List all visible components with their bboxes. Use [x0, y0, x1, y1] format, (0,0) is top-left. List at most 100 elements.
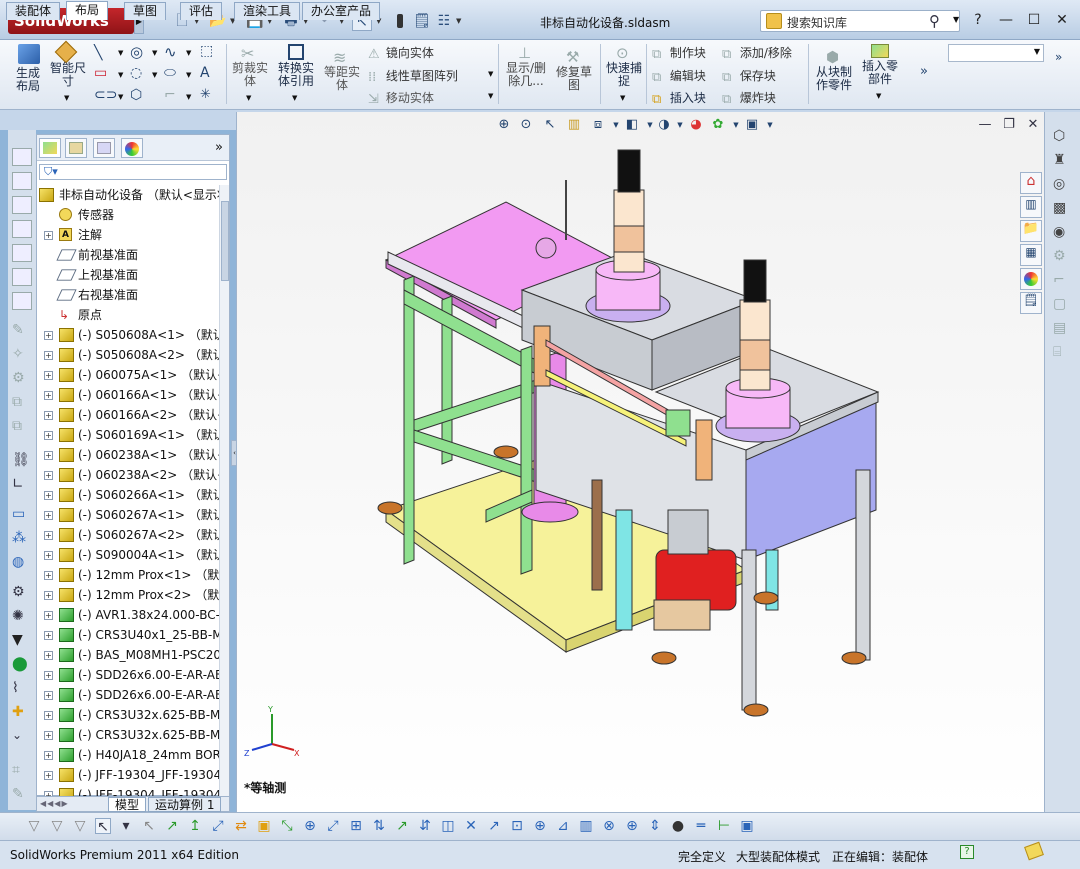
expand-toggle-icon[interactable]: +: [44, 551, 53, 560]
linear-pattern-button[interactable]: ⁞⁞ 线性草图阵列: [368, 67, 458, 85]
tree-item[interactable]: + (-) 12mm Prox<1> （默认: [37, 565, 219, 585]
minimize-button[interactable]: —: [994, 10, 1018, 30]
copy-icon[interactable]: ⧉: [12, 394, 32, 412]
mate-universal-icon[interactable]: ⊕: [624, 818, 640, 834]
gear-shape-icon[interactable]: ⚙: [1053, 248, 1073, 268]
tree-item[interactable]: + (-) S060267A<1> （默认<: [37, 505, 219, 525]
tree-item[interactable]: + (-) 060166A<1> （默认<-: [37, 385, 219, 405]
ellipse-icon[interactable]: ⬭: [164, 65, 176, 81]
close-button[interactable]: ✕: [1050, 10, 1074, 30]
ribbon-overflow-icon[interactable]: »: [920, 64, 928, 79]
expand-toggle-icon[interactable]: +: [44, 711, 53, 720]
view-box-icon[interactable]: [12, 196, 32, 214]
tree-item[interactable]: + (-) JFF-19304_JFF-19304: [37, 765, 219, 785]
reference-icon[interactable]: ⌗: [12, 762, 32, 780]
ribbon-combo-box[interactable]: ▼: [948, 44, 1044, 62]
home-icon[interactable]: ⌂: [1020, 172, 1042, 194]
display-manager-tab-icon[interactable]: [121, 138, 143, 158]
mate-gear-icon[interactable]: ⊿: [555, 818, 571, 834]
slot-shape-icon[interactable]: ▢: [1053, 296, 1073, 316]
ribbon-scroll-icon[interactable]: »: [1055, 50, 1062, 64]
point-icon[interactable]: ✳: [200, 87, 211, 102]
expand-toggle-icon[interactable]: +: [44, 631, 53, 640]
ellipse-dropdown-icon[interactable]: ▼: [186, 71, 191, 79]
tree-item[interactable]: + (-) SDD26x6.00-E-AR-AE: [37, 665, 219, 685]
clear-filter-icon[interactable]: ▽: [72, 818, 88, 834]
tab-motion-study[interactable]: 运动算例 1: [148, 797, 222, 812]
box-icon[interactable]: ▩: [1053, 200, 1073, 220]
slot-icon[interactable]: ⊂⊃: [94, 87, 117, 103]
tab-model[interactable]: 模型: [108, 797, 147, 812]
mate-icon[interactable]: ↗: [164, 818, 180, 834]
bracket-shape-icon[interactable]: ⌐: [1053, 272, 1073, 292]
configuration-manager-tab-icon[interactable]: [93, 138, 115, 158]
expand-toggle-icon[interactable]: +: [44, 431, 53, 440]
mate-flag-icon[interactable]: ↥: [187, 818, 203, 834]
mate-concentric-icon[interactable]: ⊞: [348, 818, 364, 834]
fastener-icon[interactable]: ⇄: [233, 818, 249, 834]
mate-perp-icon[interactable]: ⊕: [302, 818, 318, 834]
view-box-icon[interactable]: [12, 268, 32, 286]
expand-toggle-icon[interactable]: +: [44, 391, 53, 400]
smart-fastener-icon[interactable]: ⚙: [12, 370, 32, 388]
mate-parallel-icon[interactable]: ⤡: [279, 818, 295, 834]
property-manager-tab-icon[interactable]: [65, 138, 87, 158]
mate-lock-icon[interactable]: ●: [670, 818, 686, 834]
tree-root-assembly[interactable]: 非标自动化设备 （默认<显示状: [37, 185, 219, 205]
expand-toggle-icon[interactable]: +: [44, 691, 53, 700]
mate-rack-icon[interactable]: ▥: [578, 818, 594, 834]
rebuild-traffic-light-icon[interactable]: [390, 11, 410, 31]
search-dropdown-icon[interactable]: ▼: [953, 15, 959, 24]
view-box-icon[interactable]: [12, 220, 32, 238]
expand-toggle-icon[interactable]: +: [44, 511, 53, 520]
funnel-icon[interactable]: ▼: [12, 632, 32, 650]
tab-assembly[interactable]: 装配体: [6, 2, 61, 20]
sketch-pencil-icon[interactable]: ✎: [12, 322, 32, 340]
cylinder-icon[interactable]: ⌸: [1053, 344, 1073, 364]
mate-limit-icon[interactable]: ═: [693, 818, 709, 834]
angle-icon[interactable]: ∟: [12, 476, 32, 494]
expand-toggle-icon[interactable]: +: [44, 351, 53, 360]
tree-item[interactable]: + (-) H40JA18_24mm BOR: [37, 745, 219, 765]
view-box-icon[interactable]: [12, 148, 32, 166]
view-box-icon[interactable]: [12, 172, 32, 190]
box-icon[interactable]: ▣: [256, 818, 272, 834]
tree-item[interactable]: ↳ 原点: [37, 305, 217, 325]
stack-icon[interactable]: ▤: [1053, 320, 1073, 340]
arc-icon[interactable]: ◌: [130, 65, 142, 81]
convert-dropdown-icon[interactable]: ▼: [292, 94, 297, 102]
more-icon[interactable]: ⌄: [12, 728, 32, 746]
mate-align-icon[interactable]: ▣: [739, 818, 755, 834]
mirror-entities-button[interactable]: ⚠ 镜向实体: [368, 44, 434, 62]
add-remove-button[interactable]: ⧉ 添加/移除: [722, 44, 792, 62]
mate-linear-icon[interactable]: ↗: [486, 818, 502, 834]
mate-distance-icon[interactable]: ⇅: [371, 818, 387, 834]
tree-item[interactable]: + (-) S060267A<2> （默认<: [37, 525, 219, 545]
tab-sketch[interactable]: 草图: [124, 2, 167, 20]
insert-component-dropdown-icon[interactable]: ▼: [876, 92, 881, 100]
tree-item[interactable]: 前视基准面: [37, 245, 217, 265]
assembly-model[interactable]: [236, 130, 1044, 790]
tree-item[interactable]: + (-) S050608A<1> （默认<: [37, 325, 219, 345]
mate-tangent-icon[interactable]: ⤢: [325, 818, 341, 834]
make-block-button[interactable]: ⧉ 制作块: [652, 44, 706, 62]
tab-scroll-arrows-icon[interactable]: ◀◀◀▶: [40, 799, 69, 808]
tree-item[interactable]: + (-) SDD26x6.00-E-AR-AE: [37, 685, 219, 705]
tree-item[interactable]: + (-) 12mm Prox<2> （默认: [37, 585, 219, 605]
pin-icon[interactable]: ⬤: [12, 656, 32, 674]
expand-toggle-icon[interactable]: +: [44, 331, 53, 340]
slot-dropdown-icon[interactable]: ▼: [118, 93, 123, 101]
structure-icon[interactable]: ♜: [1053, 152, 1073, 172]
mate-hinge-icon[interactable]: ⊕: [532, 818, 548, 834]
tree-item[interactable]: + A 注解: [37, 225, 217, 245]
circle-dropdown-icon[interactable]: ▼: [152, 49, 157, 57]
view-box-icon[interactable]: [12, 292, 32, 310]
expand-toggle-icon[interactable]: +: [44, 571, 53, 580]
chain-icon[interactable]: ⛓: [12, 452, 32, 470]
tree-item[interactable]: + (-) S090004A<1> （默认<: [37, 545, 219, 565]
tree-item[interactable]: 上视基准面: [37, 265, 217, 285]
tree-item[interactable]: + (-) CRS3U32x.625-BB-M: [37, 725, 219, 745]
tree-item[interactable]: + (-) AVR1.38x24.000-BC-I: [37, 605, 219, 625]
expand-toggle-icon[interactable]: +: [44, 491, 53, 500]
tree-scrollbar[interactable]: [219, 185, 229, 797]
